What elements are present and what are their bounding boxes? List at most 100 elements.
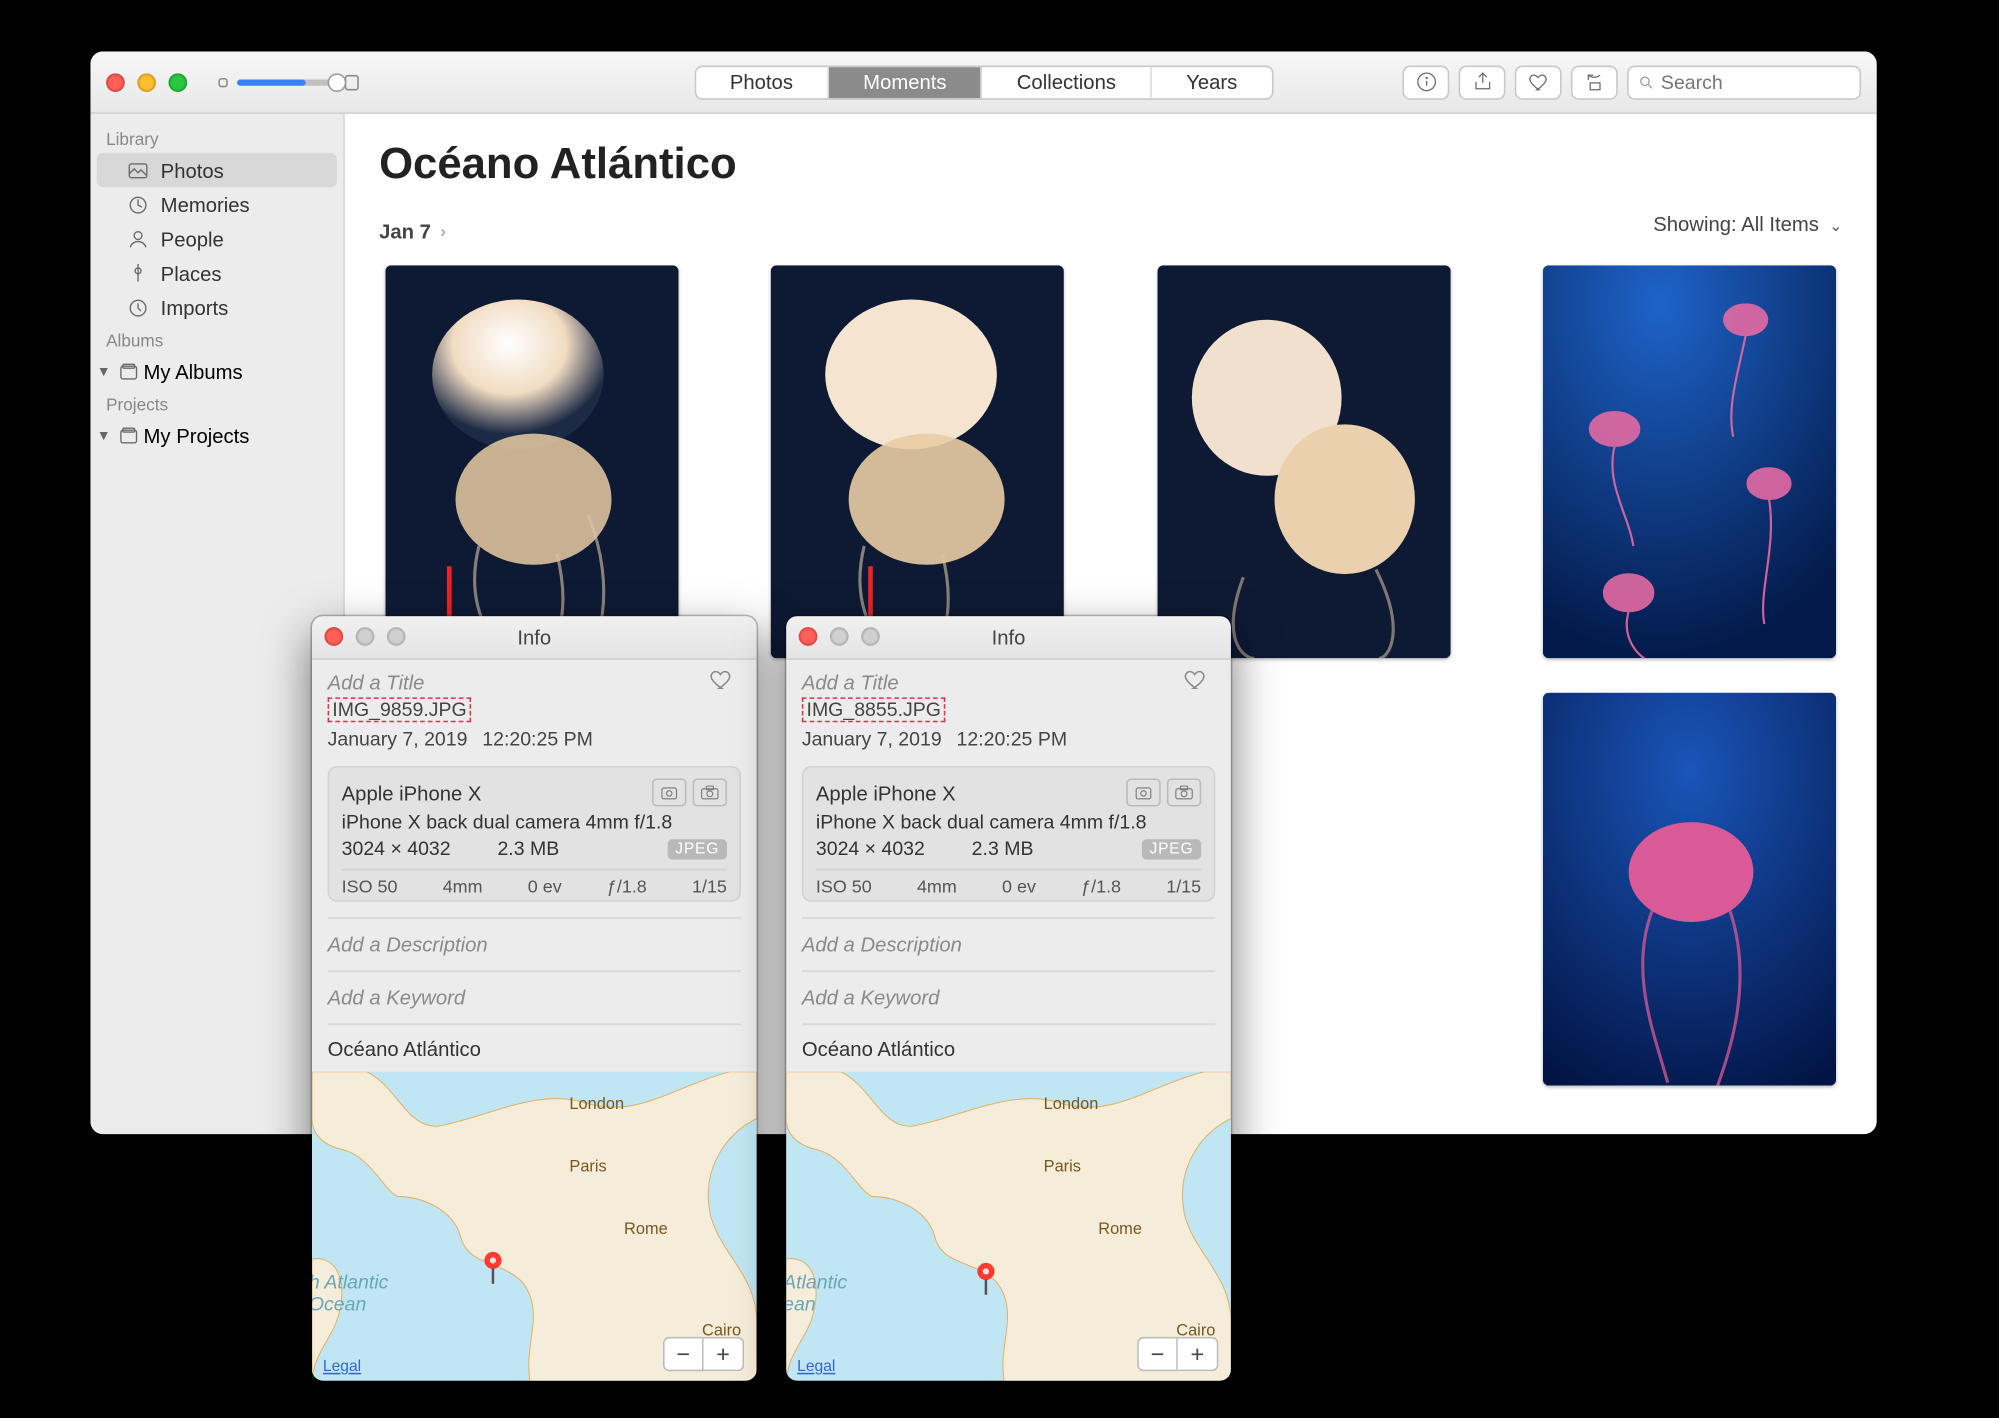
close-window-button[interactable] (324, 627, 343, 646)
camera-badge-button[interactable] (693, 778, 727, 806)
moment-date-link[interactable]: Jan 7 › (379, 220, 446, 243)
zoom-window-button[interactable] (387, 627, 406, 646)
panel-title: Info (517, 626, 551, 649)
chevron-right-icon: › (440, 222, 446, 241)
camera-wb-icon (658, 782, 680, 804)
sidebar-item-places[interactable]: Places (97, 256, 337, 290)
map-zoom-in-button[interactable]: + (704, 1337, 745, 1371)
minimize-window-button[interactable] (356, 627, 375, 646)
location-map[interactable]: London Paris Rome Cairo Atlantic ean Leg… (786, 1072, 1231, 1381)
rotate-toolbar-button[interactable] (1571, 65, 1618, 99)
showing-filter[interactable]: Showing: All Items ⌄ (1653, 212, 1842, 235)
map-legal-link[interactable]: Legal (323, 1359, 361, 1376)
segment-photos[interactable]: Photos (696, 66, 829, 97)
sidebar-item-people[interactable]: People (97, 222, 337, 256)
keyword-field[interactable]: Add a Keyword (802, 970, 1215, 1023)
keyword-field[interactable]: Add a Keyword (328, 970, 741, 1023)
favorite-button[interactable] (1182, 666, 1209, 697)
search-icon (1638, 73, 1655, 92)
location-label[interactable]: Océano Atlántico (328, 1023, 741, 1071)
rotate-icon (1583, 70, 1606, 93)
map-zoom-out-button[interactable]: − (663, 1337, 704, 1371)
photo-thumbnail[interactable] (1543, 265, 1836, 658)
info-icon (1414, 70, 1437, 93)
map-label-london: London (569, 1095, 624, 1114)
close-window-button[interactable] (106, 73, 125, 92)
info-panel: Info Add a Title IMG_8855.JPG January 7,… (786, 616, 1231, 1380)
segment-collections[interactable]: Collections (982, 66, 1151, 97)
album-folder-icon (115, 359, 140, 384)
camera-badge-button[interactable] (1167, 778, 1201, 806)
zoom-window-button[interactable] (861, 627, 880, 646)
title-field[interactable]: Add a Title (328, 671, 741, 694)
traffic-lights (106, 73, 187, 92)
ocean-label-line1: Atlantic (786, 1271, 847, 1293)
description-field[interactable]: Add a Description (802, 917, 1215, 970)
sidebar-item-imports[interactable]: Imports (97, 290, 337, 324)
filesize-label: 2.3 MB (972, 838, 1034, 860)
close-window-button[interactable] (799, 627, 818, 646)
location-map[interactable]: London Paris Rome Cairo h Atlantic Ocean… (312, 1072, 757, 1381)
disclosure-triangle-icon: ▼ (97, 363, 113, 379)
zoom-large-icon (345, 74, 359, 90)
heart-icon (708, 666, 735, 693)
sidebar-item-label: People (161, 227, 224, 250)
aperture-label: ƒ/1.8 (1081, 878, 1121, 897)
map-pin-icon (480, 1251, 505, 1285)
format-badge: JPEG (667, 838, 726, 858)
memories-icon (125, 192, 150, 217)
showing-label: Showing: (1653, 212, 1736, 235)
sidebar-group-my-projects[interactable]: ▼ My Projects (90, 418, 343, 452)
showing-value: All Items (1741, 212, 1819, 235)
iso-label: ISO 50 (816, 878, 872, 897)
map-zoom-out-button[interactable]: − (1137, 1337, 1178, 1371)
window-titlebar: Photos Moments Collections Years (90, 51, 1876, 113)
map-label-rome: Rome (624, 1220, 668, 1239)
places-icon (125, 261, 150, 286)
sidebar-group-my-albums[interactable]: ▼ My Albums (90, 354, 343, 388)
raw-badge-button[interactable] (1126, 778, 1160, 806)
segment-years[interactable]: Years (1152, 66, 1272, 97)
share-toolbar-button[interactable] (1459, 65, 1506, 99)
title-field[interactable]: Add a Title (802, 671, 1215, 694)
location-label[interactable]: Océano Atlántico (802, 1023, 1215, 1071)
focal-label: 4mm (917, 878, 957, 897)
map-zoom-in-button[interactable]: + (1178, 1337, 1219, 1371)
photo-thumbnail[interactable] (771, 265, 1064, 658)
description-field[interactable]: Add a Description (328, 917, 741, 970)
minimize-window-button[interactable] (830, 627, 849, 646)
sidebar-item-memories[interactable]: Memories (97, 187, 337, 221)
thumbnail-zoom-slider[interactable] (218, 71, 358, 93)
filename-label: IMG_8855.JPG (802, 697, 946, 722)
favorite-button[interactable] (708, 666, 735, 697)
map-pin-icon (973, 1262, 998, 1296)
info-toolbar-button[interactable] (1402, 65, 1449, 99)
photos-icon (125, 158, 150, 183)
sidebar-item-label: Photos (161, 158, 224, 181)
ocean-label-line2: ean (786, 1293, 815, 1315)
exif-card: Apple iPhone X iPhone X back dual camera… (328, 766, 741, 902)
disclosure-triangle-icon: ▼ (97, 427, 113, 443)
search-field[interactable] (1627, 65, 1861, 99)
panel-title: Info (992, 626, 1026, 649)
favorite-toolbar-button[interactable] (1515, 65, 1562, 99)
dimensions-label: 3024 × 4032 (816, 838, 925, 860)
shutter-label: 1/15 (692, 878, 727, 897)
zoom-window-button[interactable] (168, 73, 187, 92)
minimize-window-button[interactable] (137, 73, 156, 92)
info-panel: Info Add a Title IMG_9859.JPG January 7,… (312, 616, 757, 1380)
photo-thumbnail[interactable] (1157, 265, 1450, 658)
format-badge: JPEG (1142, 838, 1201, 858)
ocean-label-line1: h Atlantic (312, 1271, 388, 1293)
raw-badge-button[interactable] (652, 778, 686, 806)
sidebar-item-photos[interactable]: Photos (97, 153, 337, 187)
capture-time: 12:20:25 PM (482, 729, 593, 751)
search-input[interactable] (1661, 71, 1850, 93)
iso-label: ISO 50 (342, 878, 398, 897)
camera-icon (1173, 782, 1195, 804)
photo-thumbnail[interactable] (1543, 693, 1836, 1086)
segment-moments[interactable]: Moments (829, 66, 983, 97)
map-legal-link[interactable]: Legal (797, 1359, 835, 1376)
sidebar-section-library: Library (90, 123, 343, 153)
photo-thumbnail[interactable] (385, 265, 678, 658)
